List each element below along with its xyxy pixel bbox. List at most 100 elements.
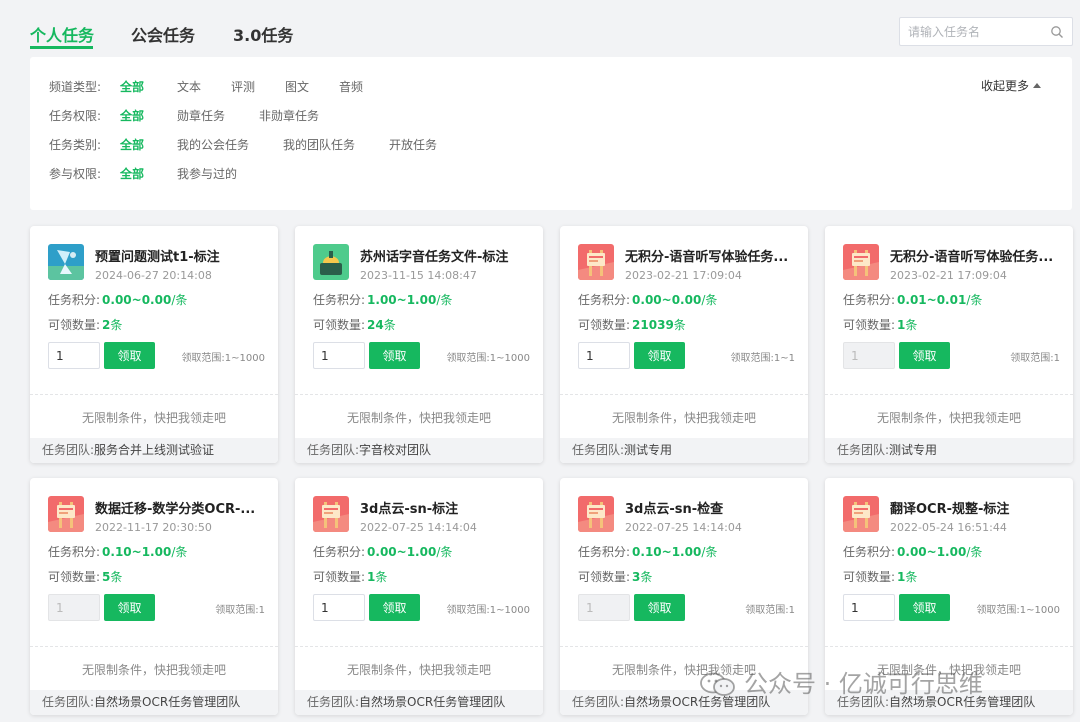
task-date: 2024-06-27 20:14:08 (95, 269, 212, 282)
team-value: 自然场景OCR任务管理团队 (94, 695, 241, 709)
claim-quantity-input[interactable] (313, 594, 365, 621)
claim-button[interactable]: 领取 (634, 342, 685, 369)
team-value: 服务合并上线测试验证 (94, 443, 215, 457)
filter-option-medal-task[interactable]: 勋章任务 (177, 107, 225, 124)
points-unit: /条 (701, 545, 718, 559)
quantity-unit: 条 (375, 570, 388, 584)
quantity-unit: 条 (905, 570, 918, 584)
filter-option-all[interactable]: 全部 (120, 136, 144, 153)
claim-button[interactable]: 领取 (369, 594, 420, 621)
task-condition: 无限制条件，快把我领走吧 (611, 411, 756, 425)
task-title[interactable]: 3d点云-sn-标注 (360, 498, 530, 517)
filter-option-my-team-tasks[interactable]: 我的团队任务 (283, 136, 355, 153)
filter-option-non-medal-task[interactable]: 非勋章任务 (259, 107, 319, 124)
filter-option-text[interactable]: 文本 (177, 78, 201, 95)
task-title[interactable]: 3d点云-sn-检查 (625, 498, 795, 517)
points-unit: /条 (171, 293, 188, 307)
task-quantity-row: 可领数量: 3条 (578, 568, 652, 585)
filter-option-image-text[interactable]: 图文 (285, 78, 309, 95)
task-card[interactable]: 3d点云-sn-标注 2022-07-25 14:14:04 任务积分: 0.00… (295, 478, 543, 715)
claim-quantity-input[interactable] (578, 342, 630, 369)
points-label: 任务积分: (843, 293, 896, 307)
task-condition: 无限制条件，快把我领走吧 (346, 411, 491, 425)
task-date: 2022-07-25 14:14:04 (360, 521, 477, 534)
task-thumbnail (313, 496, 349, 532)
task-card[interactable]: 无积分-语音听写体验任务... 2023-02-21 17:09:04 任务积分… (825, 226, 1073, 463)
task-title[interactable]: 数据迁移-数学分类OCR-... (95, 498, 265, 517)
task-title[interactable]: 苏州话字音任务文件-标注 (360, 246, 530, 265)
filter-option-all[interactable]: 全部 (120, 107, 144, 124)
active-tab-underline (30, 46, 93, 49)
tab-guild-tasks[interactable]: 公会任务 (131, 22, 195, 46)
claim-quantity-input[interactable] (313, 342, 365, 369)
claim-button[interactable]: 领取 (899, 594, 950, 621)
task-title[interactable]: 无积分-语音听写体验任务... (625, 246, 795, 265)
task-date: 2022-11-17 20:30:50 (95, 521, 212, 534)
points-value: 0.01~0.01 (897, 293, 967, 307)
filter-option-all[interactable]: 全部 (120, 165, 144, 182)
task-card[interactable]: 预置问题测试t1-标注 2024-06-27 20:14:08 任务积分: 0.0… (30, 226, 278, 463)
filter-option-all[interactable]: 全部 (120, 78, 144, 95)
task-thumbnail (578, 496, 614, 532)
task-thumbnail (313, 244, 349, 280)
task-date: 2022-05-24 16:51:44 (890, 521, 1007, 534)
points-label: 任务积分: (48, 293, 101, 307)
tab-personal-tasks[interactable]: 个人任务 (30, 22, 94, 46)
points-label: 任务积分: (48, 545, 101, 559)
task-quantity-row: 可领数量: 5条 (48, 568, 122, 585)
task-card[interactable]: 无积分-语音听写体验任务... 2023-02-21 17:09:04 任务积分… (560, 226, 808, 463)
task-team: 任务团队:字音校对团队 (295, 438, 543, 463)
task-points-row: 任务积分: 0.00~0.00/条 (578, 291, 717, 308)
task-team: 任务团队:测试专用 (560, 438, 808, 463)
task-points-row: 任务积分: 0.10~1.00/条 (578, 543, 717, 560)
claim-range: 领取范围:1~1000 (446, 353, 530, 364)
team-label: 任务团队: (42, 443, 95, 457)
card-divider (30, 394, 278, 395)
caret-up-icon (1033, 83, 1042, 88)
task-thumbnail (843, 244, 879, 280)
task-title[interactable]: 预置问题测试t1-标注 (95, 246, 265, 265)
card-divider (295, 646, 543, 647)
watermark-text: 公众号 · 亿诚可行思维 (744, 670, 983, 698)
collapse-more-toggle[interactable]: 收起更多 (981, 77, 1042, 94)
filter-option-review[interactable]: 评测 (231, 78, 255, 95)
claim-button[interactable]: 领取 (634, 594, 685, 621)
points-unit: /条 (966, 545, 983, 559)
task-title[interactable]: 无积分-语音听写体验任务... (890, 246, 1060, 265)
filter-label: 频道类型: (49, 80, 102, 94)
filter-option-open-tasks[interactable]: 开放任务 (389, 136, 437, 153)
collapse-more-label: 收起更多 (981, 79, 1030, 93)
filter-option-participated[interactable]: 我参与过的 (177, 165, 237, 182)
task-quantity-row: 可领数量: 2条 (48, 316, 122, 333)
search-input[interactable] (900, 18, 1040, 45)
search-icon[interactable] (1050, 25, 1064, 39)
card-divider (825, 646, 1073, 647)
task-quantity-row: 可领数量: 24条 (313, 316, 396, 333)
claim-quantity-input[interactable] (843, 594, 895, 621)
team-label: 任务团队: (42, 695, 95, 709)
points-unit: /条 (436, 293, 453, 307)
task-title[interactable]: 翻译OCR-规整-标注 (890, 498, 1060, 517)
filter-option-my-guild-tasks[interactable]: 我的公会任务 (177, 136, 249, 153)
claim-button[interactable]: 领取 (104, 342, 155, 369)
tab-3-0-tasks[interactable]: 3.0任务 (233, 22, 293, 46)
filter-option-audio[interactable]: 音频 (339, 78, 363, 95)
points-value: 0.10~1.00 (632, 545, 702, 559)
claim-button[interactable]: 领取 (899, 342, 950, 369)
task-quantity-row: 可领数量: 1条 (843, 568, 917, 585)
claim-button[interactable]: 领取 (104, 594, 155, 621)
task-quantity-row: 可领数量: 21039条 (578, 316, 686, 333)
search-box[interactable] (899, 17, 1073, 46)
task-condition: 无限制条件，快把我领走吧 (81, 663, 226, 677)
claim-quantity-input[interactable] (48, 342, 100, 369)
claim-range: 领取范围:1~1000 (446, 605, 530, 616)
task-card[interactable]: 苏州话字音任务文件-标注 2023-11-15 14:08:47 任务积分: 1.… (295, 226, 543, 463)
task-date: 2023-11-15 14:08:47 (360, 269, 477, 282)
claim-button[interactable]: 领取 (369, 342, 420, 369)
task-points-row: 任务积分: 0.00~0.00/条 (48, 291, 187, 308)
task-points-row: 任务积分: 1.00~1.00/条 (313, 291, 452, 308)
team-label: 任务团队: (307, 443, 360, 457)
claim-quantity-input (578, 594, 630, 621)
team-value: 测试专用 (624, 443, 673, 457)
task-card[interactable]: 数据迁移-数学分类OCR-... 2022-11-17 20:30:50 任务积… (30, 478, 278, 715)
